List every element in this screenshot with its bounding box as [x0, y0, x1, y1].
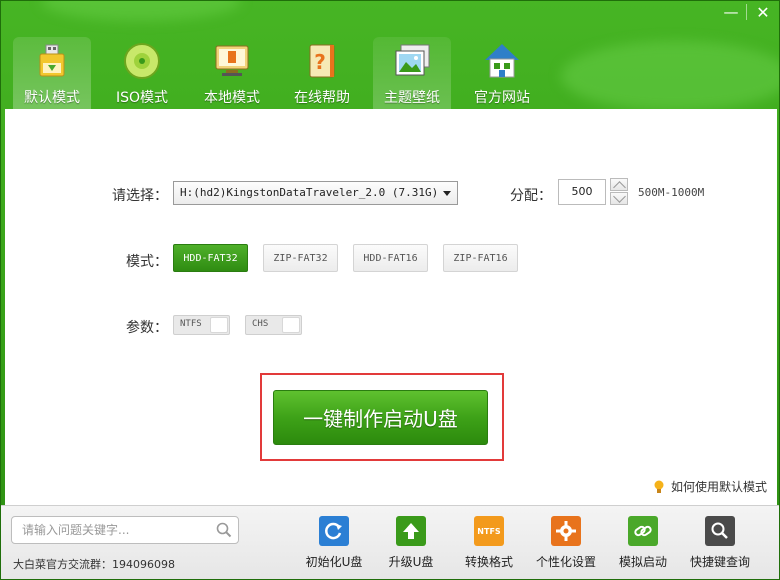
search-icon[interactable]: [216, 522, 232, 538]
tool-label: 快捷键查询: [689, 555, 750, 569]
tool-label: 初始化U盘: [305, 555, 363, 569]
init-usb-button[interactable]: 初始化U盘: [296, 516, 372, 570]
help-link[interactable]: 如何使用默认模式: [653, 478, 767, 495]
tab-label: 本地模式: [204, 90, 260, 106]
tab-local-mode[interactable]: 本地模式: [193, 37, 271, 109]
tab-label: 官方网站: [474, 90, 530, 106]
mode-hdd-fat32-button[interactable]: HDD-FAT32: [173, 244, 248, 272]
alloc-range-hint: 500M-1000M: [638, 186, 705, 199]
tool-label: 升级U盘: [388, 555, 434, 569]
help-link-text: 如何使用默认模式: [671, 480, 768, 494]
alloc-decrease-button[interactable]: [610, 192, 628, 205]
ntfs-toggle[interactable]: NTFS: [173, 315, 230, 335]
monitor-icon: [215, 45, 249, 76]
drive-select[interactable]: H:(hd2)KingstonDataTraveler_2.0 (7.31G): [173, 181, 458, 205]
mode-hdd-fat16-button[interactable]: HDD-FAT16: [353, 244, 428, 272]
usb-drive-icon: [39, 44, 65, 77]
main-panel: 请选择： H:(hd2)KingstonDataTraveler_2.0 (7.…: [5, 109, 777, 505]
tab-label: 默认模式: [24, 90, 80, 106]
chevron-down-icon: [443, 191, 451, 196]
alloc-label: 分配：: [510, 188, 552, 204]
upgrade-usb-button[interactable]: 升级U盘: [373, 516, 449, 570]
tab-theme-wallpaper[interactable]: 主题壁纸: [373, 37, 451, 109]
toggle-label: NTFS: [180, 319, 202, 329]
tab-label: 在线帮助: [294, 90, 350, 106]
search-icon: [705, 516, 735, 546]
disc-icon: [124, 43, 160, 79]
gear-icon: [551, 516, 581, 546]
wallpaper-icon: [395, 44, 430, 76]
search-placeholder: 请输入问题关键字...: [22, 523, 130, 537]
tool-label: 模拟启动: [618, 555, 667, 569]
link-icon: [628, 516, 658, 546]
tab-iso-mode[interactable]: ISO模式: [103, 37, 181, 109]
simulate-boot-button[interactable]: 模拟启动: [605, 516, 681, 570]
svg-text:?: ?: [314, 50, 326, 74]
tab-default-mode[interactable]: 默认模式: [13, 37, 91, 109]
home-icon: [485, 44, 519, 78]
refresh-icon: [319, 516, 349, 546]
tab-label: 主题壁纸: [384, 90, 440, 106]
toggle-label: CHS: [252, 319, 269, 329]
personal-settings-button[interactable]: 个性化设置: [528, 516, 604, 570]
toggle-knob: [210, 317, 228, 333]
mode-label: 模式：: [126, 254, 168, 270]
help-book-icon: ?: [309, 44, 335, 78]
tab-online-help[interactable]: ? 在线帮助: [283, 37, 361, 109]
tool-label: 个性化设置: [535, 555, 596, 569]
hotkey-query-button[interactable]: 快捷键查询: [682, 516, 758, 570]
toggle-knob: [282, 317, 300, 333]
tool-label: 转换格式: [464, 555, 513, 569]
app-window: — ✕ 默认模式 ISO模式 本地模式 ? 在线帮助 主题壁纸 官方网站 请选择…: [0, 0, 780, 580]
upgrade-arrow-icon: [396, 516, 426, 546]
alloc-size-input[interactable]: 500: [558, 179, 606, 205]
tab-label: ISO模式: [115, 90, 169, 106]
param-label: 参数：: [126, 320, 168, 336]
ntfs-icon: NTFS: [474, 516, 504, 546]
minimize-button[interactable]: —: [715, 1, 747, 23]
bottom-bar: 请输入问题关键字... 大白菜官方交流群：194096098 初始化U盘 升级U…: [1, 505, 779, 579]
qq-group-text: 大白菜官方交流群：194096098: [13, 558, 175, 571]
select-label: 请选择：: [112, 188, 168, 204]
lightbulb-icon: [654, 480, 664, 493]
mode-zip-fat16-button[interactable]: ZIP-FAT16: [443, 244, 518, 272]
mode-zip-fat32-button[interactable]: ZIP-FAT32: [263, 244, 338, 272]
close-button[interactable]: ✕: [747, 1, 779, 23]
convert-format-button[interactable]: NTFS 转换格式: [451, 516, 527, 570]
ntfs-icon-text: NTFS: [477, 526, 501, 536]
chs-toggle[interactable]: CHS: [245, 315, 302, 335]
mode-tabs: 默认模式 ISO模式 本地模式 ? 在线帮助 主题壁纸 官方网站: [13, 37, 553, 109]
make-bootable-usb-button[interactable]: 一键制作启动U盘: [273, 390, 488, 445]
search-input[interactable]: 请输入问题关键字...: [11, 516, 239, 544]
drive-select-value: H:(hd2)KingstonDataTraveler_2.0 (7.31G): [180, 186, 439, 199]
tab-official-site[interactable]: 官方网站: [463, 37, 541, 109]
